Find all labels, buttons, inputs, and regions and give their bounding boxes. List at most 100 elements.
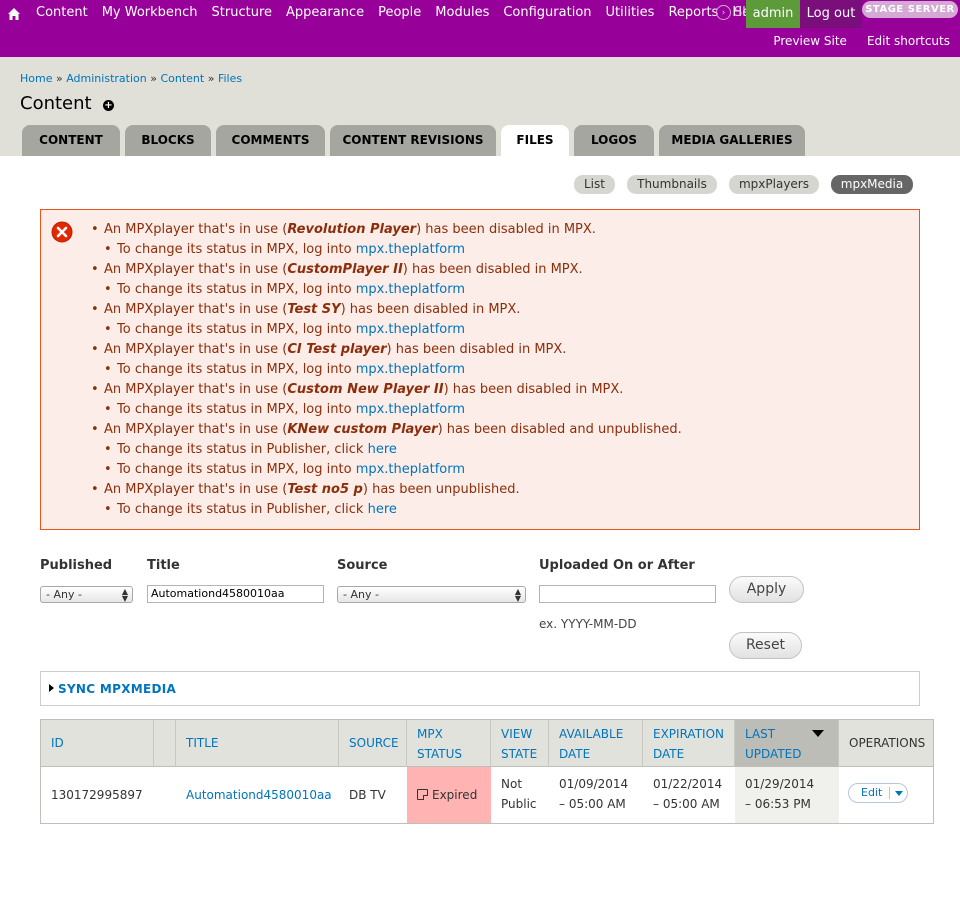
sync-fieldset-label: SYNC MPXMEDIA [58,682,177,696]
error-icon [51,221,73,243]
column-header-updated-line2: UPDATED [745,747,802,761]
toolbar-item-content[interactable]: Content [36,5,88,20]
cell-expiration-line2: – 05:00 AM [653,797,720,811]
column-header-title-label: TITLE [186,736,219,750]
breadcrumb-administration[interactable]: Administration [66,72,147,85]
toolbar-item-my-workbench[interactable]: My Workbench [102,5,198,20]
home-icon[interactable] [6,6,22,22]
source-select-value: - Any - [343,588,379,601]
breadcrumb-separator: » [150,72,157,85]
tab-files[interactable]: FILES [501,125,569,156]
mpx-platform-link[interactable]: mpx.theplatform [356,462,465,477]
toolbar-item-appearance[interactable]: Appearance [286,5,364,20]
cell-id: 130172995897 [51,788,143,802]
column-header-expiration-date[interactable]: EXPIRATION DATE [643,720,735,767]
edit-shortcuts-link[interactable]: Edit shortcuts [867,34,950,48]
cell-view-state: Not Public [491,767,549,823]
message-instruction: To change its status in MPX, log into [117,462,356,477]
message-text: ) has been disabled in MPX. [443,382,624,397]
message-instruction: To change its status in Publisher, click [117,442,368,457]
breadcrumb-separator: » [55,72,63,85]
message-subitem: To change its status in Publisher, click… [89,440,682,460]
source-select[interactable]: - Any - ▲ ▼ [337,586,526,603]
message-instruction: To change its status in MPX, log into [117,242,356,257]
message-text: An MPXplayer that's in use ( [104,382,288,397]
publisher-here-link[interactable]: here [368,442,397,457]
breadcrumb: Home » Administration » Content » Files [20,72,242,85]
user-account-link[interactable]: admin [746,0,800,28]
subtab-mpxplayers[interactable]: mpxPlayers [729,175,819,194]
edit-button-label[interactable]: Edit [861,784,882,802]
mpx-platform-link[interactable]: mpx.theplatform [356,282,465,297]
column-header-last-updated[interactable]: LAST UPDATED [735,720,839,767]
cell-title: Automationd4580010aa [176,767,339,823]
breadcrumb-files[interactable]: Files [218,72,242,85]
published-select[interactable]: - Any - ▲ ▼ [40,586,133,603]
mpx-platform-link[interactable]: mpx.theplatform [356,242,465,257]
column-header-id[interactable]: ID [41,720,154,767]
edit-dropbutton[interactable]: Edit [848,783,908,803]
publisher-here-link[interactable]: here [368,502,397,517]
breadcrumb-separator: » [207,72,215,85]
preview-site-link[interactable]: Preview Site [773,34,847,48]
toolbar-main-row: Content My Workbench Structure Appearanc… [0,0,960,28]
message-instruction: To change its status in MPX, log into [117,402,356,417]
message-list: An MPXplayer that's in use (Revolution P… [89,220,682,520]
tab-logos[interactable]: LOGOS [574,125,654,156]
tab-content-revisions[interactable]: CONTENT REVISIONS [330,125,496,156]
toolbar-item-people[interactable]: People [378,5,421,20]
column-header-view-state-line1: VIEW [501,727,533,741]
column-header-mpx-status[interactable]: MPX STATUS [407,720,491,767]
subtab-list[interactable]: List [574,175,615,194]
toolbar-item-reports[interactable]: Reports [668,5,718,20]
sync-fieldset-toggle[interactable]: SYNC MPXMEDIA [49,682,176,696]
cell-view-state-line2: Public [501,797,537,811]
tab-blocks[interactable]: BLOCKS [125,125,211,156]
message-text: ) has been disabled and unpublished. [437,422,682,437]
column-header-source[interactable]: SOURCE [339,720,407,767]
toolbar-item-utilities[interactable]: Utilities [606,5,655,20]
message-subitem: To change its status in MPX, log into mp… [89,240,682,260]
tab-media-galleries[interactable]: MEDIA GALLERIES [659,125,805,156]
toolbar-item-modules[interactable]: Modules [435,5,489,20]
toolbar-item-configuration[interactable]: Configuration [503,5,591,20]
reset-button[interactable]: Reset [729,632,802,659]
error-messages: An MPXplayer that's in use (Revolution P… [40,209,920,530]
tab-comments[interactable]: COMMENTS [216,125,325,156]
breadcrumb-home[interactable]: Home [20,72,52,85]
message-instruction: To change its status in MPX, log into [117,282,356,297]
table-header: ID TITLE SOURCE MPX STATUS VIEW STATE AV… [41,720,933,767]
cell-view-state-line1: Not [501,777,523,791]
uploaded-date-input[interactable] [539,585,716,603]
column-header-title[interactable]: TITLE [176,720,339,767]
mpx-platform-link[interactable]: mpx.theplatform [356,362,465,377]
subtab-mpxmedia[interactable]: mpxMedia [831,175,913,194]
message-text: An MPXplayer that's in use ( [104,422,288,437]
table-row: 130172995897 Automationd4580010aa DB TV … [41,767,933,823]
message-subitem: To change its status in MPX, log into mp… [89,360,682,380]
media-title-link[interactable]: Automationd4580010aa [186,788,332,802]
message-subitem: To change its status in Publisher, click… [89,500,682,520]
select-arrows-icon: ▲ ▼ [514,587,521,603]
mpx-platform-link[interactable]: mpx.theplatform [356,402,465,417]
column-header-thumbnail [154,720,176,767]
subtab-thumbnails[interactable]: Thumbnails [627,175,717,194]
mpx-platform-link[interactable]: mpx.theplatform [356,322,465,337]
player-name: CI Test player [287,342,387,357]
breadcrumb-content[interactable]: Content [160,72,204,85]
message-item: An MPXplayer that's in use (Test no5 p) … [89,480,682,500]
column-header-available-date[interactable]: AVAILABLE DATE [549,720,643,767]
add-shortcut-icon[interactable]: + [103,100,114,111]
toolbar-shortcuts-row: Preview Site Edit shortcuts [753,34,950,48]
date-format-hint: ex. YYYY-MM-DD [539,617,637,631]
title-input[interactable]: Automationd4580010aa [147,585,324,603]
player-name: Custom New Player II [287,382,444,397]
toolbar-item-structure[interactable]: Structure [212,5,272,20]
tab-content[interactable]: CONTENT [22,125,120,156]
environment-badge: STAGE SERVER [862,1,958,18]
dropdown-arrow-icon[interactable] [895,791,903,796]
column-header-source-label: SOURCE [349,736,399,750]
column-header-view-state[interactable]: VIEW STATE [491,720,549,767]
apply-button[interactable]: Apply [729,576,804,603]
logout-link[interactable]: Log out [800,0,862,28]
